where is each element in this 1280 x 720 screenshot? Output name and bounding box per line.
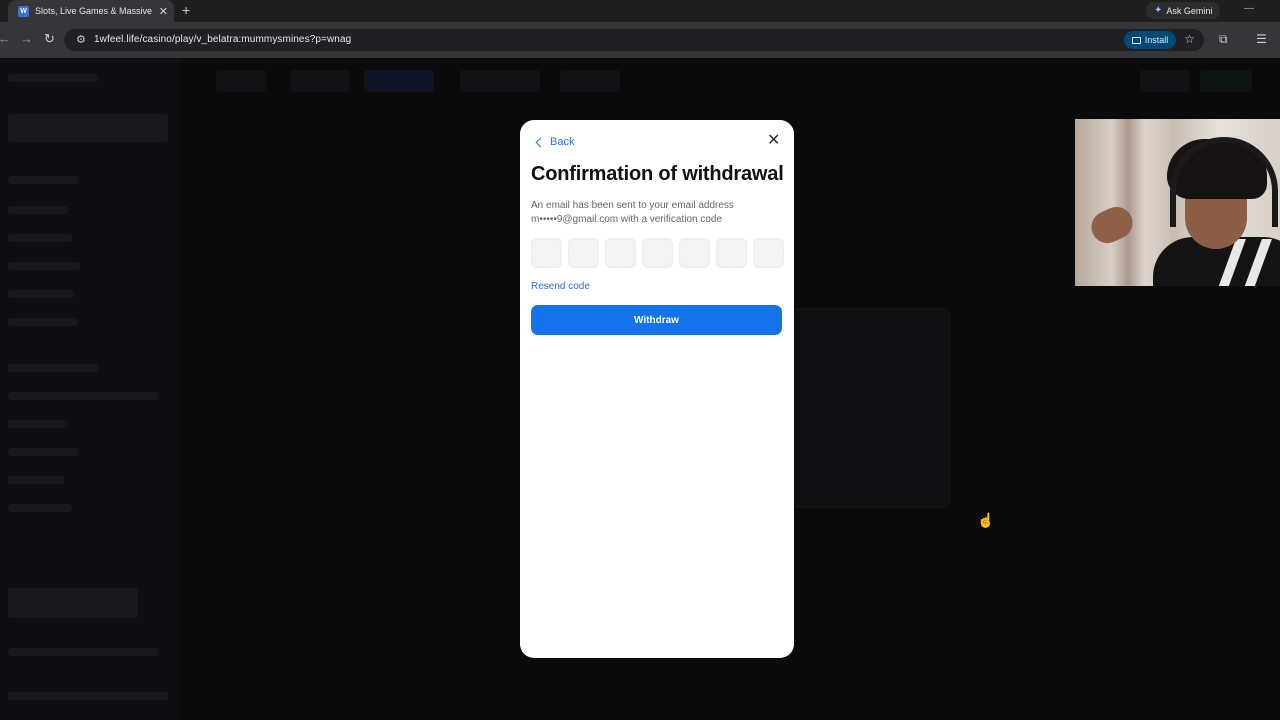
verification-code-inputs	[531, 238, 784, 268]
webcam-overlay	[1075, 119, 1280, 286]
close-icon[interactable]: ✕	[767, 133, 780, 149]
code-digit-input[interactable]	[642, 238, 673, 268]
tab-close-icon[interactable]: ✕	[159, 5, 168, 18]
dimmed-sidebar	[0, 58, 180, 720]
dimmed-pill	[364, 70, 434, 92]
forward-nav-icon[interactable]: →	[20, 32, 33, 46]
dimmed-header	[200, 70, 1260, 94]
dimmed-row	[8, 448, 78, 456]
puzzle-icon[interactable]: ⧉	[1219, 32, 1228, 47]
code-digit-input[interactable]	[753, 238, 784, 268]
dimmed-row	[8, 176, 78, 184]
browser-window: W Slots, Live Games & Massive Ja ✕ + ✦ A…	[0, 0, 1280, 720]
dimmed-row	[8, 476, 64, 484]
dimmed-row	[8, 692, 168, 700]
hand-cursor-icon: ☝	[977, 512, 995, 528]
dimmed-pill	[1200, 70, 1252, 92]
back-label: Back	[550, 136, 575, 148]
dimmed-row	[8, 648, 158, 656]
dimmed-row	[8, 318, 78, 326]
code-digit-input[interactable]	[568, 238, 599, 268]
resend-code-link[interactable]: Resend code	[531, 281, 590, 292]
webcam-hand	[1086, 201, 1138, 249]
ask-gemini-label: Ask Gemini	[1166, 5, 1213, 16]
back-button[interactable]: Back	[535, 136, 574, 148]
minimize-icon[interactable]: —	[1244, 3, 1254, 14]
ask-gemini-button[interactable]: ✦ Ask Gemini	[1146, 2, 1221, 19]
chevron-left-icon	[535, 137, 546, 147]
tab-active[interactable]: W Slots, Live Games & Massive Ja ✕	[8, 0, 174, 22]
tab-strip: W Slots, Live Games & Massive Ja ✕ + ✦ A…	[0, 0, 1280, 22]
dimmed-game-panel	[790, 308, 950, 508]
dimmed-row	[8, 364, 98, 372]
dimmed-row	[8, 420, 68, 428]
sparkle-icon: ✦	[1154, 5, 1163, 16]
dimmed-row	[8, 206, 68, 214]
code-digit-input[interactable]	[716, 238, 747, 268]
favicon-icon: W	[18, 5, 29, 17]
back-nav-icon[interactable]: ←	[0, 32, 11, 46]
dimmed-row	[8, 588, 138, 618]
modal-description: An email has been sent to your email add…	[531, 200, 734, 225]
withdraw-button[interactable]: Withdraw	[531, 305, 782, 335]
menu-icon[interactable]: ☰	[1256, 32, 1267, 46]
reload-icon[interactable]: ↻	[44, 32, 55, 46]
tab-title: Slots, Live Games & Massive Ja	[35, 6, 153, 16]
install-label: Install	[1144, 35, 1169, 45]
install-button[interactable]: Install	[1124, 31, 1176, 49]
code-digit-input[interactable]	[679, 238, 710, 268]
install-app-icon	[1131, 36, 1141, 44]
dimmed-row	[8, 262, 80, 270]
url-text[interactable]: 1wfeel.life/casino/play/v_belatra:mummys…	[94, 34, 351, 45]
dimmed-row	[8, 392, 158, 400]
dimmed-row	[8, 504, 72, 512]
dimmed-row	[8, 74, 98, 82]
code-digit-input[interactable]	[605, 238, 636, 268]
modal-title: Confirmation of withdrawal	[531, 163, 784, 185]
dimmed-row	[8, 114, 168, 142]
dimmed-pill	[290, 70, 350, 92]
dimmed-row	[8, 290, 74, 298]
star-icon[interactable]: ☆	[1184, 32, 1195, 46]
code-digit-input[interactable]	[531, 238, 562, 268]
headset-icon	[1170, 137, 1278, 227]
dimmed-pill	[460, 70, 540, 92]
dimmed-pill	[216, 70, 266, 92]
dimmed-row	[8, 234, 72, 242]
dimmed-pill	[560, 70, 620, 92]
new-tab-button[interactable]: +	[182, 2, 190, 18]
site-info-icon[interactable]: ⚙	[76, 33, 86, 46]
dimmed-pill	[1140, 70, 1190, 92]
